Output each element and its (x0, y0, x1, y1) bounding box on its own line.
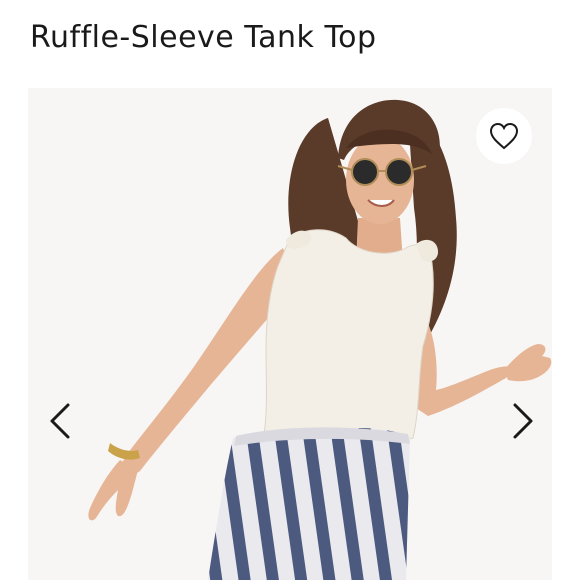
chevron-right-icon (513, 403, 533, 439)
next-image-button[interactable] (505, 397, 541, 445)
chevron-left-icon (50, 403, 70, 439)
product-photo (28, 88, 552, 580)
product-title: Ruffle-Sleeve Tank Top (30, 20, 377, 55)
heart-outline-icon (489, 122, 519, 150)
previous-image-button[interactable] (42, 397, 78, 445)
favorite-button[interactable] (476, 108, 532, 164)
product-image-gallery[interactable] (28, 88, 552, 580)
